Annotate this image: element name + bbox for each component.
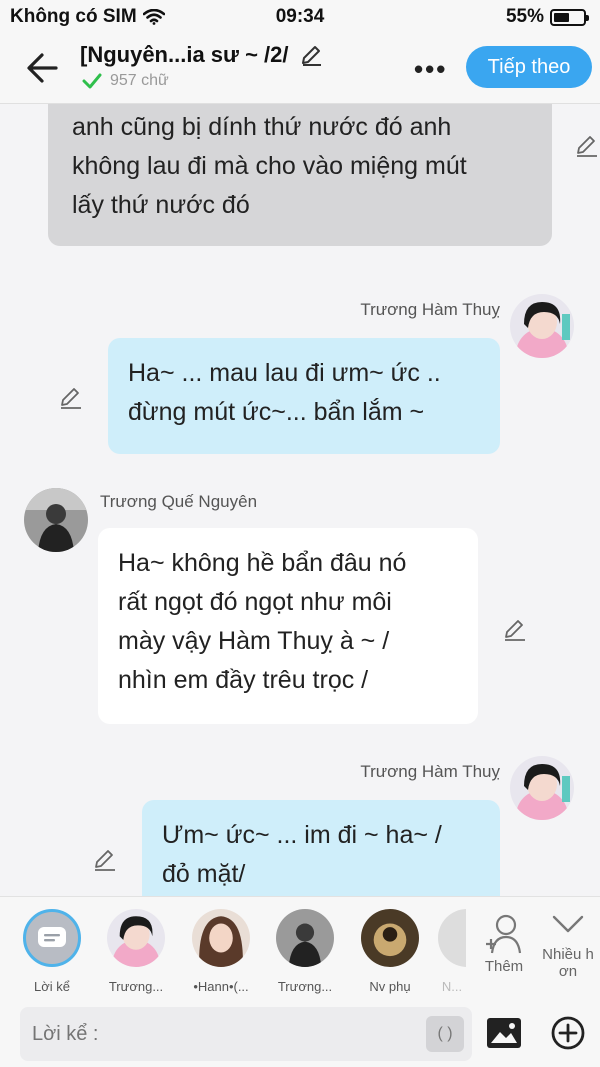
edit-icon[interactable] <box>92 846 118 872</box>
avatar-image <box>510 294 574 358</box>
sender-name: Trương Hàm Thuỵ <box>360 300 500 319</box>
character-item[interactable]: Trương... <box>101 909 171 994</box>
battery-level <box>554 12 569 22</box>
character-item[interactable]: N... <box>438 909 466 994</box>
more-characters-button[interactable]: Nhiều h ơn <box>536 913 600 980</box>
more-options-icon[interactable]: ••• <box>414 54 447 85</box>
story-title-text: [Nguyên...ia sư ~ /2/ <box>80 42 289 67</box>
more-label-2: ơn <box>558 963 578 980</box>
story-title[interactable]: [Nguyên...ia sư ~ /2/ <box>80 42 323 68</box>
avatar-image <box>24 488 88 552</box>
word-count: 957 chữ <box>82 72 169 90</box>
message-bubble-left[interactable]: Ha~ không hề bẩn đâu nó rất ngọt đó ngọt… <box>98 528 478 724</box>
message-line: Ha~ ... mau lau đi ưm~ ức .. <box>128 359 441 387</box>
message-line: không lau đi mà cho vào miệng mút <box>72 152 467 180</box>
message-line: nhìn em đầy trêu trọc / <box>118 666 369 694</box>
avatar <box>192 909 250 967</box>
message-line: đỏ mặt/ <box>162 860 246 888</box>
avatar <box>438 909 466 967</box>
battery-percent: 55% <box>505 6 544 27</box>
next-button[interactable]: Tiếp theo <box>466 46 592 88</box>
avatar[interactable] <box>510 756 574 820</box>
more-label: Nhiều h <box>542 946 594 963</box>
paren-button[interactable]: ( ) <box>426 1016 464 1052</box>
character-narrator[interactable]: Lời kể <box>17 909 87 994</box>
chevron-down-icon <box>552 915 584 933</box>
sender-name: Trương Hàm Thuỵ <box>360 762 500 781</box>
character-label: Nv phụ <box>369 979 411 994</box>
avatar <box>276 909 334 967</box>
image-icon[interactable] <box>486 1017 522 1049</box>
character-item[interactable]: Trương... <box>270 909 340 994</box>
narrator-icon <box>23 909 81 967</box>
message-input-box[interactable]: ( ) <box>20 1007 472 1061</box>
battery-icon <box>550 8 589 26</box>
message-bubble-right[interactable]: Ha~ ... mau lau đi ưm~ ức .. đừng mút ức… <box>108 338 500 454</box>
avatar[interactable] <box>24 488 88 552</box>
edit-icon[interactable] <box>58 384 84 410</box>
battery-status: 55% <box>505 6 589 28</box>
message-line: Ưm~ ức~ ... im đi ~ ha~ / <box>162 821 442 849</box>
composer-panel: Lời kể Trương... •Hann•(... Trương... Nv… <box>0 896 600 1067</box>
message-line: mày vậy Hàm Thuỵ à ~ / <box>118 627 390 655</box>
character-label: Lời kể <box>34 979 70 994</box>
word-count-label: 957 chữ <box>110 72 169 89</box>
back-arrow-icon[interactable] <box>24 50 64 86</box>
top-bar: [Nguyên...ia sư ~ /2/ 957 chữ ••• Tiếp t… <box>0 34 600 104</box>
add-label: Thêm <box>484 958 524 975</box>
check-icon <box>82 73 102 89</box>
avatar <box>107 909 165 967</box>
avatar <box>361 909 419 967</box>
character-label: N... <box>441 979 463 994</box>
message-line: rất ngọt đó ngọt như môi <box>118 588 392 616</box>
message-bubble-right[interactable]: Ưm~ ức~ ... im đi ~ ha~ / đỏ mặt/ <box>142 800 500 896</box>
character-item[interactable]: Nv phụ <box>355 909 425 994</box>
edit-icon[interactable] <box>574 132 600 158</box>
message-input[interactable] <box>20 1007 400 1061</box>
message-line: anh cũng bị dính thứ nước đó anh <box>72 113 452 141</box>
character-item[interactable]: •Hann•(... <box>186 909 256 994</box>
message-line: đừng mút ức~... bẩn lắm ~ <box>128 398 425 426</box>
add-icon[interactable] <box>550 1015 586 1051</box>
status-bar: Không có SIM 09:34 55% <box>0 0 600 34</box>
character-label: Trương... <box>108 979 164 994</box>
message-line: Ha~ không hề bẩn đâu nó <box>118 549 407 577</box>
message-line: lấy thứ nước đó <box>72 191 250 219</box>
avatar[interactable] <box>510 294 574 358</box>
add-character-button[interactable]: Thêm <box>478 913 530 975</box>
message-bubble-narration[interactable]: anh cũng bị dính thứ nước đó anh không l… <box>48 104 552 246</box>
sender-name: Trương Quế Nguyên <box>100 492 258 511</box>
pencil-icon[interactable] <box>299 43 323 67</box>
chat-area[interactable]: anh cũng bị dính thứ nước đó anh không l… <box>0 104 600 896</box>
character-label: Trương... <box>277 979 333 994</box>
avatar-image <box>510 756 574 820</box>
character-label: •Hann•(... <box>193 979 249 994</box>
edit-icon[interactable] <box>502 616 528 642</box>
add-person-icon <box>486 914 522 954</box>
